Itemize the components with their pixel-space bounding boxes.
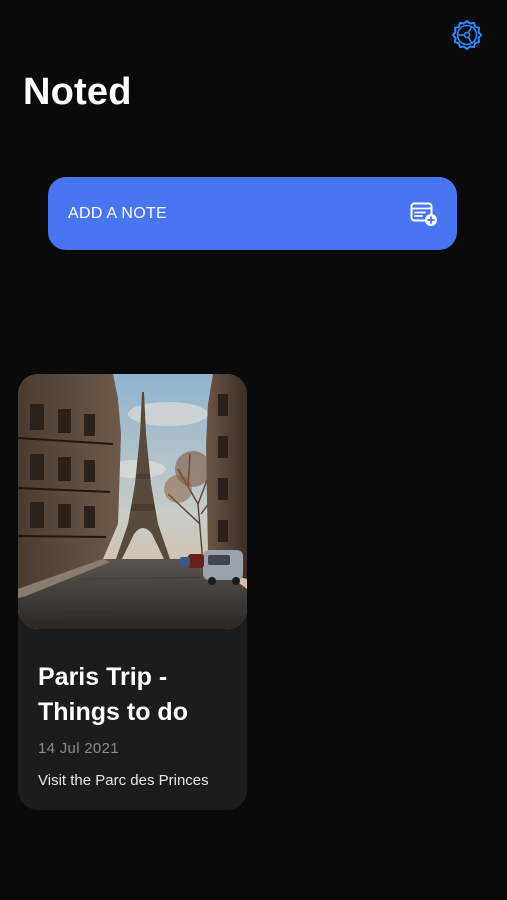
settings-button[interactable] xyxy=(450,18,484,52)
add-note-button[interactable]: ADD A NOTE xyxy=(48,177,457,250)
note-title: Paris Trip - Things to do xyxy=(38,663,188,726)
note-preview: Visit the Parc des Princes xyxy=(38,772,209,789)
note-card[interactable]: Paris Trip - Things to do 14 Jul 2021 Vi… xyxy=(18,374,247,810)
note-date: 14 Jul 2021 xyxy=(38,740,119,757)
gear-icon xyxy=(451,19,483,51)
add-note-icon xyxy=(409,199,439,229)
note-cover-image xyxy=(18,374,247,629)
add-note-label: ADD A NOTE xyxy=(68,204,168,222)
page-title: Noted xyxy=(23,71,132,113)
